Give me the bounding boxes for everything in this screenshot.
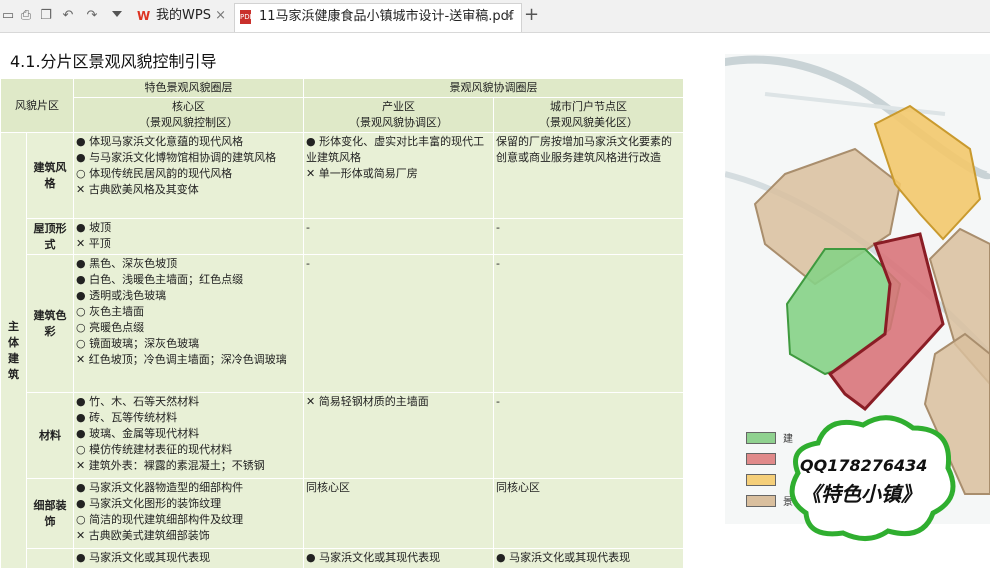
cell-roof-industry: - (303, 218, 494, 255)
print-icon[interactable]: ⎙ (18, 8, 34, 24)
cell-material-core: ● 竹、木、石等天然材料 ● 砖、瓦等传统材料 ● 玻璃、金属等现代材料 ○ 模仿传统… (73, 392, 304, 479)
close-icon[interactable]: × (504, 4, 515, 30)
cell-item: ✕ 平顶 (76, 237, 111, 250)
open-icon[interactable]: ▭ (0, 8, 16, 24)
table-corner: 风貌片区 (0, 78, 74, 133)
cell-item: ● 马家浜文化或其现代表现 (306, 551, 441, 564)
zone-subtitle: （景观风貌协调区） (349, 116, 448, 129)
new-tab-button[interactable]: + (524, 5, 539, 25)
watermark-brand: 《特色小镇》 (801, 482, 921, 506)
zone-header-core: 核心区 （景观风貌控制区） (73, 97, 304, 133)
row-label-material: 材料 (26, 392, 74, 479)
wps-logo-icon: W (137, 9, 151, 23)
page-title: 4.1.分片区景观风貌控制引导 (10, 52, 217, 71)
dropdown-icon[interactable] (112, 11, 122, 17)
group-header-coordination: 景观风貌协调圈层 (303, 78, 684, 98)
cell-color-gateway: - (493, 254, 684, 393)
cell-detail-core: ● 马家浜文化器物造型的细部构件 ● 马家浜文化图形的装饰纹理 ○ 简洁的现代建筑细… (73, 478, 304, 549)
cell-culture-industry: ● 马家浜文化或其现代表现 (303, 548, 494, 569)
legend-swatch-tan (746, 495, 776, 507)
zone-subtitle: （景观风貌控制区） (139, 116, 238, 129)
cell-item: - (306, 257, 310, 270)
zone-name: 城市门户节点区 (550, 100, 627, 113)
cell-item: 同核心区 (496, 481, 540, 494)
cell-item: ✕ 红色坡顶；冷色调主墙面；深冷色调玻璃 (76, 353, 287, 366)
group-header-feature: 特色景观风貌圈层 (73, 78, 304, 98)
zone-name: 核心区 (172, 100, 205, 113)
cell-item: ● 马家浜文化或其现代表现 (76, 551, 211, 564)
cell-style-gateway: 保留的厂房按增加马家浜文化要素的创意或商业服务建筑风格进行改造 (493, 132, 684, 219)
watermark-qq: QQ178276434 (800, 456, 928, 475)
cell-item: 同核心区 (306, 481, 350, 494)
cell-detail-industry: 同核心区 (303, 478, 494, 549)
zone-subtitle: （景观风貌美化区） (539, 116, 638, 129)
cell-item: ● 砖、瓦等传统材料 (76, 411, 178, 424)
cell-style-core: ● 体现马家浜文化意蕴的现代风格 ● 与马家浜文化博物馆相协调的建筑风格 ○ 体现传… (73, 132, 304, 219)
cell-item: - (496, 257, 500, 270)
cell-item: ○ 模仿传统建材表征的现代材料 (76, 443, 233, 456)
cell-item: ○ 体现传统民居风韵的现代风格 (76, 167, 233, 180)
cell-item: ○ 简洁的现代建筑细部构件及纹理 (76, 513, 244, 526)
cell-item: ● 马家浜文化图形的装饰纹理 (76, 497, 222, 510)
cell-detail-gateway: 同核心区 (493, 478, 684, 549)
cell-item: ✕ 古典欧美式建筑细部装饰 (76, 529, 210, 542)
cell-item: ○ 镜面玻璃；深灰色玻璃 (76, 337, 200, 350)
cell-color-industry: - (303, 254, 494, 393)
cell-item: ● 黑色、深灰色坡顶 (76, 257, 178, 270)
cell-roof-gateway: - (493, 218, 684, 255)
main-building-category: 主体建筑 (0, 132, 27, 569)
undo-icon[interactable]: ↶ (60, 8, 76, 24)
cell-item: ● 形体变化、虚实对比丰富的现代工业建筑风格 (306, 135, 485, 164)
cell-item: ✕ 单一形体或简易厂房 (306, 167, 418, 180)
zone-name: 产业区 (382, 100, 415, 113)
cell-color-core: ● 黑色、深灰色坡顶 ● 白色、浅暖色主墙面；红色点缀 ● 透明或浅色玻璃 ○ 灰色主… (73, 254, 304, 393)
cell-culture-core: ● 马家浜文化或其现代表现 (73, 548, 304, 569)
cell-roof-core: ● 坡顶 ✕ 平顶 (73, 218, 304, 255)
tab-pdf-document[interactable]: PDF 11马家浜健康食品小镇城市设计-送审稿.pdf × (234, 3, 522, 32)
row-label-culture (26, 548, 74, 569)
cell-item: - (306, 221, 310, 234)
cell-item: ✕ 古典欧美风格及其变体 (76, 183, 199, 196)
row-label-color: 建筑色彩 (26, 254, 74, 393)
cell-item: - (496, 221, 500, 234)
cell-item: ✕ 建筑外表：裸露的素混凝土；不锈钢 (76, 459, 265, 472)
cell-item: ● 透明或浅色玻璃 (76, 289, 167, 302)
legend-swatch-yellow (746, 474, 776, 486)
row-label-detail: 细部装饰 (26, 478, 74, 549)
row-label-style: 建筑风格 (26, 132, 74, 219)
redo-icon[interactable]: ↷ (84, 8, 100, 24)
cell-item: ● 马家浜文化器物造型的细部构件 (76, 481, 244, 494)
cell-item: ● 玻璃、金属等现代材料 (76, 427, 200, 440)
cell-item: ● 竹、木、石等天然材料 (76, 395, 200, 408)
cell-material-industry: ✕ 简易轻钢材质的主墙面 (303, 392, 494, 479)
cell-style-industry: ● 形体变化、虚实对比丰富的现代工业建筑风格 ✕ 单一形体或简易厂房 (303, 132, 494, 219)
cell-item: 保留的厂房按增加马家浜文化要素的创意或商业服务建筑风格进行改造 (496, 135, 672, 164)
tab-label: 11马家浜健康食品小镇城市设计-送审稿.pdf (259, 9, 514, 24)
close-icon[interactable]: × (215, 4, 226, 28)
row-label-roof: 屋顶形式 (26, 218, 74, 255)
zone-header-industry: 产业区 （景观风貌协调区） (303, 97, 494, 133)
cell-item: ✕ 简易轻钢材质的主墙面 (306, 395, 429, 408)
cell-item: ● 体现马家浜文化意蕴的现代风格 (76, 135, 244, 148)
zone-header-gateway: 城市门户节点区 （景观风貌美化区） (493, 97, 684, 133)
cell-culture-gateway: ● 马家浜文化或其现代表现 (493, 548, 684, 569)
tab-my-wps[interactable]: W 我的WPS × (132, 4, 232, 28)
cell-item: ○ 亮暖色点缀 (76, 321, 145, 334)
cell-material-gateway: - (493, 392, 684, 479)
legend-swatch-red (746, 453, 776, 465)
copy-icon[interactable]: ❐ (38, 8, 54, 24)
cell-item: ● 白色、浅暖色主墙面；红色点缀 (76, 273, 244, 286)
control-table: 风貌片区 特色景观风貌圈层 景观风貌协调圈层 核心区 （景观风貌控制区） 产业区 （… (0, 78, 684, 569)
cell-item: ● 与马家浜文化博物馆相协调的建筑风格 (76, 151, 277, 164)
legend-swatch-green (746, 432, 776, 444)
cell-item: ● 坡顶 (76, 221, 112, 234)
tab-bar: ▭ ⎙ ❐ ↶ ↷ W 我的WPS × PDF 11马家浜健康食品小镇城市设计-… (0, 0, 990, 33)
cell-item: - (496, 395, 500, 408)
cell-item: ○ 灰色主墙面 (76, 305, 145, 318)
cell-item: ● 马家浜文化或其现代表现 (496, 551, 631, 564)
pdf-file-icon: PDF (240, 10, 254, 24)
tab-label: 我的WPS (156, 8, 211, 23)
